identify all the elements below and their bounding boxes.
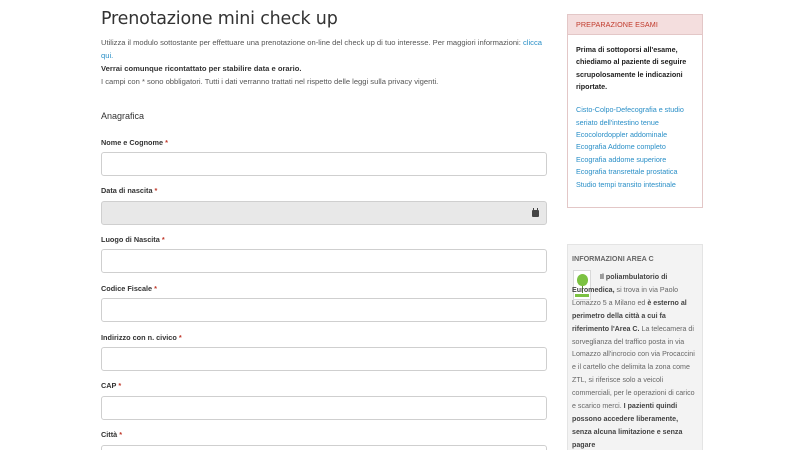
label-data-nascita: Data di nascita * [101,186,158,195]
label-luogo-nascita: Luogo di Nascita * [101,235,165,244]
exam-link-addome-superiore[interactable]: Ecografia addome superiore [576,154,694,166]
codice-fiscale-input[interactable] [101,298,547,322]
exam-link-addome-completo[interactable]: Ecografia Addome completo [576,141,694,153]
section-title-anagrafica: Anagrafica [101,111,145,121]
data-nascita-input[interactable] [101,201,547,225]
exam-preparation-title: PREPARAZIONE ESAMI [568,15,702,35]
indirizzo-input[interactable] [101,347,547,371]
calendar-icon[interactable] [532,208,539,217]
citta-input[interactable] [101,445,547,450]
luogo-nascita-input[interactable] [101,249,547,273]
exam-link-transito-intestinale[interactable]: Studio tempi transito intestinale [576,179,694,191]
label-citta: Città * [101,430,123,439]
intro-text: Utilizza il modulo sottostante per effet… [101,36,547,88]
page-title: Prenotazione mini check up [101,9,338,29]
area-c-title: INFORMAZIONI AREA C [572,254,654,263]
label-indirizzo: Indirizzo con n. civico * [101,333,182,342]
exam-link-cisto-colpo[interactable]: Cisto-Colpo-Defecografia e studio seriat… [576,104,694,129]
area-c-text: Il poliambulatorio di Euromedica, si tro… [572,273,695,449]
intro-bold-text: Verrai comunque ricontattato per stabili… [101,64,302,73]
label-cap: CAP * [101,381,122,390]
cap-input[interactable] [101,396,547,420]
nome-cognome-input[interactable] [101,152,547,176]
label-nome-cognome: Nome e Cognome * [101,138,168,147]
required-note: I campi con * sono obbligatori. Tutti i … [101,77,439,86]
exam-links-list: Cisto-Colpo-Defecografia e studio seriat… [568,93,702,191]
exam-preparation-box: PREPARAZIONE ESAMI Prima di sottoporsi a… [567,14,703,208]
label-codice-fiscale: Codice Fiscale * [101,284,157,293]
area-c-info-box: INFORMAZIONI AREA C Il poliambulatorio d… [567,244,703,450]
exam-preparation-text: Prima di sottoporsi all'esame, chiediamo… [576,45,687,91]
exam-link-transrettale[interactable]: Ecografia transrettale prostatica [576,166,694,178]
exam-link-ecocolordoppler[interactable]: Ecocolordoppler addominale [576,129,694,141]
